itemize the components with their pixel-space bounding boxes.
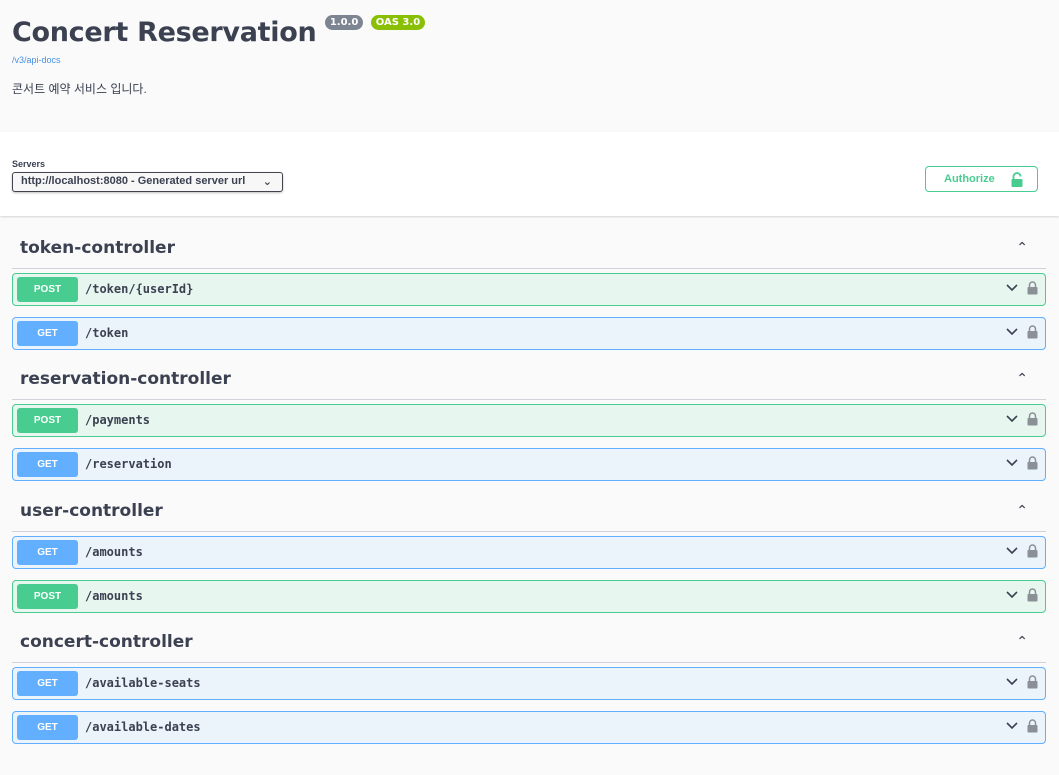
section-token-controller: token-controller ⌃ POST /token/{userId} … bbox=[12, 233, 1046, 350]
oas-badge: OAS 3.0 bbox=[370, 15, 426, 30]
operation-path: /token bbox=[85, 326, 129, 340]
chevron-down-icon[interactable] bbox=[1005, 411, 1019, 425]
authorize-label: Authorize bbox=[944, 173, 995, 185]
section-title: reservation-controller bbox=[20, 369, 231, 389]
section-title: user-controller bbox=[20, 501, 163, 521]
chevron-down-icon[interactable] bbox=[1005, 324, 1019, 338]
chevron-down-icon[interactable] bbox=[1005, 674, 1019, 688]
lock-icon[interactable] bbox=[1027, 675, 1038, 694]
chevron-up-icon[interactable]: ⌃ bbox=[1016, 370, 1028, 387]
section-header[interactable]: reservation-controller ⌃ bbox=[12, 364, 1046, 400]
section-header[interactable]: token-controller ⌃ bbox=[12, 233, 1046, 269]
method-badge: POST bbox=[17, 584, 78, 609]
operation-row[interactable]: POST /amounts bbox=[12, 580, 1046, 613]
method-badge: POST bbox=[17, 277, 78, 302]
section-concert-controller: concert-controller ⌃ GET /available-seat… bbox=[12, 627, 1046, 744]
chevron-down-icon: ⌄ bbox=[262, 176, 272, 188]
chevron-down-icon[interactable] bbox=[1005, 718, 1019, 732]
operation-row[interactable]: POST /token/{userId} bbox=[12, 273, 1046, 306]
api-docs-link[interactable]: /v3/api-docs bbox=[12, 55, 61, 65]
operation-path: /reservation bbox=[85, 457, 172, 471]
title-row: Concert Reservation 1.0.0 OAS 3.0 bbox=[12, 14, 426, 54]
lock-icon[interactable] bbox=[1027, 588, 1038, 607]
operation-path: /available-dates bbox=[85, 720, 201, 734]
method-badge: GET bbox=[17, 671, 78, 696]
authorize-button[interactable]: Authorize bbox=[925, 166, 1038, 192]
operation-row[interactable]: POST /payments bbox=[12, 404, 1046, 437]
operation-row[interactable]: GET /reservation bbox=[12, 448, 1046, 481]
method-badge: GET bbox=[17, 540, 78, 565]
section-title: concert-controller bbox=[20, 632, 193, 652]
version-badge: 1.0.0 bbox=[324, 15, 364, 30]
page-title: Concert Reservation bbox=[12, 17, 317, 48]
chevron-down-icon[interactable] bbox=[1005, 587, 1019, 601]
section-title: token-controller bbox=[20, 238, 175, 258]
section-reservation-controller: reservation-controller ⌃ POST /payments … bbox=[12, 364, 1046, 481]
lock-icon[interactable] bbox=[1027, 456, 1038, 475]
section-header[interactable]: user-controller ⌃ bbox=[12, 496, 1046, 532]
chevron-up-icon[interactable]: ⌃ bbox=[1016, 239, 1028, 256]
section-header[interactable]: concert-controller ⌃ bbox=[12, 627, 1046, 663]
operation-path: /token/{userId} bbox=[85, 282, 194, 296]
lock-icon[interactable] bbox=[1027, 281, 1038, 300]
lock-icon[interactable] bbox=[1027, 325, 1038, 344]
lock-icon[interactable] bbox=[1027, 544, 1038, 563]
method-badge: GET bbox=[17, 452, 78, 477]
lock-icon[interactable] bbox=[1027, 412, 1038, 431]
server-select-value: http://localhost:8080 - Generated server… bbox=[21, 175, 246, 187]
api-description: 콘서트 예약 서비스 입니다. bbox=[12, 82, 147, 96]
operation-path: /amounts bbox=[85, 545, 143, 559]
chevron-up-icon[interactable]: ⌃ bbox=[1016, 502, 1028, 519]
chevron-up-icon[interactable]: ⌃ bbox=[1016, 633, 1028, 650]
operation-row[interactable]: GET /available-dates bbox=[12, 711, 1046, 744]
operation-path: /available-seats bbox=[85, 676, 201, 690]
chevron-down-icon[interactable] bbox=[1005, 280, 1019, 294]
scheme-container: Servers http://localhost:8080 - Generate… bbox=[0, 132, 1059, 216]
unlocked-icon bbox=[1010, 172, 1024, 191]
chevron-down-icon[interactable] bbox=[1005, 455, 1019, 469]
operation-path: /payments bbox=[85, 413, 151, 427]
method-badge: POST bbox=[17, 408, 78, 433]
operation-row[interactable]: GET /amounts bbox=[12, 536, 1046, 569]
chevron-down-icon[interactable] bbox=[1005, 543, 1019, 557]
method-badge: GET bbox=[17, 321, 78, 346]
lock-icon[interactable] bbox=[1027, 719, 1038, 738]
servers-label: Servers bbox=[12, 159, 46, 169]
operation-path: /amounts bbox=[85, 589, 143, 603]
info-header: Concert Reservation 1.0.0 OAS 3.0 /v3/ap… bbox=[0, 0, 1059, 132]
section-user-controller: user-controller ⌃ GET /amounts POST /amo… bbox=[12, 496, 1046, 613]
operation-row[interactable]: GET /available-seats bbox=[12, 667, 1046, 700]
server-select[interactable]: http://localhost:8080 - Generated server… bbox=[12, 172, 283, 192]
method-badge: GET bbox=[17, 715, 78, 740]
operation-row[interactable]: GET /token bbox=[12, 317, 1046, 350]
